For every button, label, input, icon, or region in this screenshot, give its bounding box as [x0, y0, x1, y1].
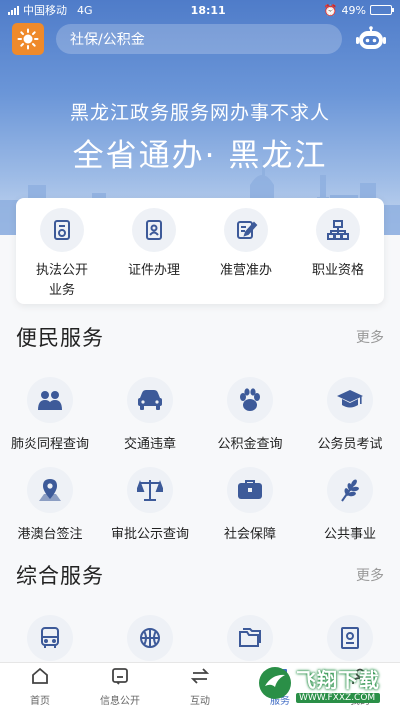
- service-label: 社会保障: [223, 527, 276, 542]
- signal-strength-icon: [8, 5, 19, 15]
- sun-logo-icon: [12, 23, 44, 55]
- home-icon: [31, 667, 49, 689]
- tab-home[interactable]: 首页: [0, 663, 80, 711]
- org-chart-icon: [316, 208, 360, 252]
- more-link[interactable]: 更多: [356, 565, 384, 585]
- watermark-logo: 飞翔下载 WWW.FXXZ.COM: [258, 657, 396, 709]
- basketball-icon: [127, 615, 173, 661]
- app-header: 社保/公积金: [0, 22, 400, 56]
- service-label: 公共事业: [323, 527, 376, 542]
- quick-item-label: 执法公开业务: [35, 263, 88, 298]
- wheat-icon: [327, 467, 373, 513]
- service-traffic-violation[interactable]: 交通违章: [100, 377, 200, 467]
- carrier-name: 中国移动: [23, 4, 67, 17]
- convenience-grid: 肺炎同程查询 交通违章 公积金查询 公务员考试 港澳台签注 审批公示查询 社会保…: [0, 377, 400, 557]
- briefcase-icon: [227, 467, 273, 513]
- hero-slogan-line2: 全省通办· 黑龙江: [72, 138, 328, 174]
- service-label: 公积金查询: [217, 437, 283, 452]
- quick-item-business-permit[interactable]: 准营准办: [206, 208, 286, 304]
- service-covid-trip-query[interactable]: 肺炎同程查询: [0, 377, 100, 467]
- search-bar[interactable]: 社保/公积金: [56, 24, 342, 54]
- service-public-utilities[interactable]: 公共事业: [300, 467, 400, 557]
- paw-icon: [227, 377, 273, 423]
- watermark-url: WWW.FXXZ.COM: [296, 692, 380, 703]
- car-icon: [127, 377, 173, 423]
- service-social-security[interactable]: 社会保障: [200, 467, 300, 557]
- tab-interaction[interactable]: 互动: [160, 663, 240, 711]
- tab-label: 首页: [30, 696, 50, 707]
- hero-slogan-line1: 黑龙江政务服务网办事不求人: [69, 102, 330, 124]
- quick-item-label: 证件办理: [127, 263, 180, 278]
- map-pin-icon: [27, 467, 73, 513]
- edit-document-icon: [224, 208, 268, 252]
- scales-icon: [127, 467, 173, 513]
- service-provident-fund[interactable]: 公积金查询: [200, 377, 300, 467]
- clock: 18:11: [190, 3, 226, 17]
- battery-percent: 49%: [341, 3, 366, 17]
- section-title: 综合服务: [16, 564, 104, 588]
- tab-info-disclosure[interactable]: 信息公开: [80, 663, 160, 711]
- service-hk-macao-visa[interactable]: 港澳台签注: [0, 467, 100, 557]
- alarm-icon: ⏰: [323, 3, 338, 17]
- quick-item-label: 职业资格: [311, 263, 364, 278]
- certificate-icon: [327, 615, 373, 661]
- watermark-title: 飞翔下载: [296, 667, 380, 692]
- search-placeholder: 社保/公积金: [70, 32, 145, 48]
- info-icon: [111, 667, 129, 689]
- document-stamp-icon: [40, 208, 84, 252]
- service-label: 肺炎同程查询: [10, 437, 89, 452]
- service-label: 公务员考试: [317, 437, 383, 452]
- battery-icon: [369, 5, 394, 15]
- id-card-icon: [132, 208, 176, 252]
- convenience-section-header: 便民服务 更多: [0, 321, 400, 353]
- group-people-icon: [27, 377, 73, 423]
- quick-item-label: 准营准办: [219, 263, 272, 278]
- more-link[interactable]: 更多: [356, 327, 384, 347]
- folder-icon: [227, 615, 273, 661]
- quick-item-id-handling[interactable]: 证件办理: [114, 208, 194, 304]
- section-title: 便民服务: [16, 326, 104, 350]
- service-label: 交通违章: [123, 437, 176, 452]
- service-civil-exam[interactable]: 公务员考试: [300, 377, 400, 467]
- service-label: 港澳台签注: [17, 527, 83, 542]
- bus-icon: [27, 615, 73, 661]
- exchange-icon: [190, 667, 210, 689]
- status-bar: 中国移动 4G 18:11 ⏰ 49%: [0, 0, 400, 20]
- tab-label: 互动: [190, 696, 210, 707]
- graduation-cap-icon: [327, 377, 373, 423]
- watermark-bird-icon: [259, 667, 291, 699]
- network-type: 4G: [77, 3, 93, 17]
- service-approval-publicity[interactable]: 审批公示查询: [100, 467, 200, 557]
- robot-assistant-icon[interactable]: [354, 22, 388, 56]
- tab-label: 信息公开: [100, 696, 140, 707]
- quick-services-card: 执法公开业务 证件办理 准营准办 职业资格: [16, 198, 384, 304]
- comprehensive-section-header: 综合服务 更多: [0, 559, 400, 591]
- service-label: 审批公示查询: [110, 527, 189, 542]
- quick-item-law-enforcement[interactable]: 执法公开业务: [22, 208, 102, 304]
- quick-item-qualification[interactable]: 职业资格: [298, 208, 378, 304]
